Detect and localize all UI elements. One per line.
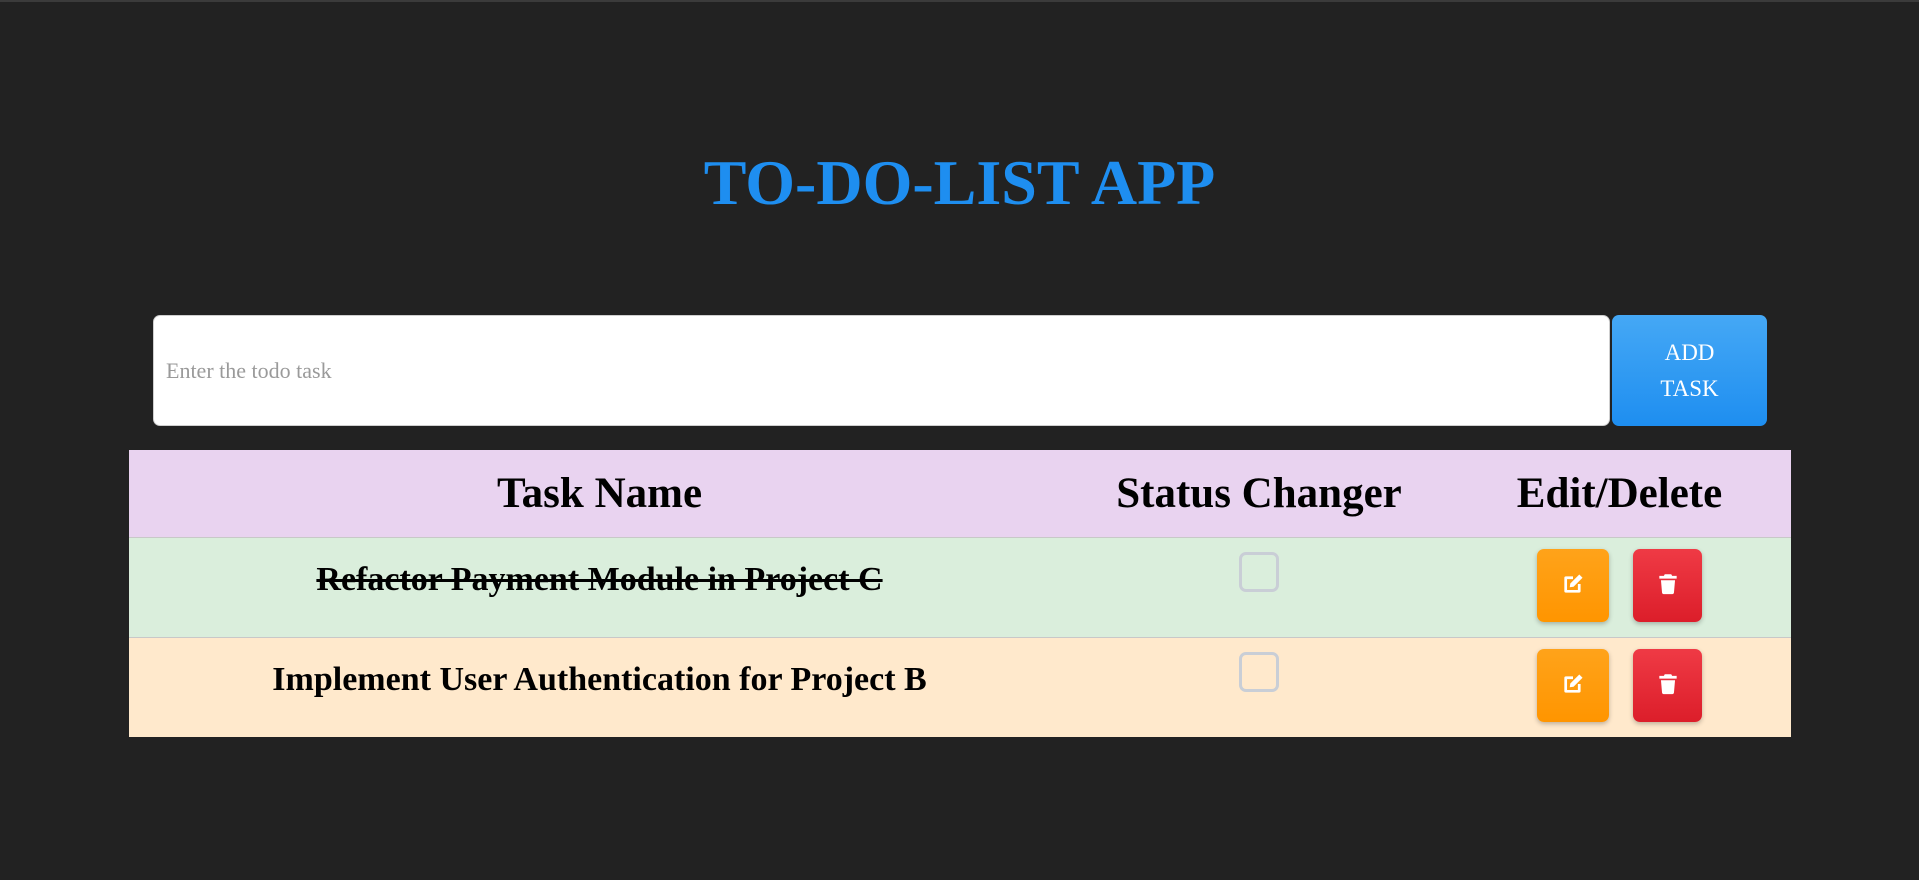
page-title: TO-DO-LIST APP bbox=[703, 147, 1216, 218]
window-top-border bbox=[0, 0, 1919, 2]
column-header-edit-delete: Edit/Delete bbox=[1448, 450, 1791, 538]
table-row: Implement User Authentication for Projec… bbox=[129, 637, 1791, 737]
todo-table: Task Name Status Changer Edit/Delete Ref… bbox=[129, 450, 1791, 737]
task-cell: Refactor Payment Module in Project C bbox=[129, 537, 1070, 638]
edit-button[interactable] bbox=[1537, 649, 1609, 722]
status-cell bbox=[1070, 637, 1448, 737]
table-header-row: Task Name Status Changer Edit/Delete bbox=[129, 450, 1791, 538]
add-task-form: ADD TASK bbox=[153, 315, 1767, 426]
column-header-status-changer: Status Changer bbox=[1070, 450, 1448, 538]
actions-cell bbox=[1448, 537, 1791, 638]
status-checkbox[interactable] bbox=[1239, 652, 1279, 692]
status-cell bbox=[1070, 537, 1448, 638]
delete-button[interactable] bbox=[1633, 649, 1702, 722]
task-input[interactable] bbox=[153, 315, 1610, 426]
actions-cell bbox=[1448, 637, 1791, 737]
pencil-square-icon bbox=[1560, 671, 1586, 700]
task-name: Implement User Authentication for Projec… bbox=[272, 661, 927, 698]
trash-icon bbox=[1655, 671, 1681, 700]
pencil-square-icon bbox=[1560, 571, 1586, 600]
status-checkbox[interactable] bbox=[1239, 552, 1279, 592]
edit-button[interactable] bbox=[1537, 549, 1609, 622]
task-cell: Implement User Authentication for Projec… bbox=[129, 637, 1070, 737]
task-name: Refactor Payment Module in Project C bbox=[316, 561, 883, 598]
column-header-task-name: Task Name bbox=[129, 450, 1070, 538]
delete-button[interactable] bbox=[1633, 549, 1702, 622]
table-row: Refactor Payment Module in Project C bbox=[129, 537, 1791, 638]
add-task-button[interactable]: ADD TASK bbox=[1612, 315, 1767, 426]
trash-icon bbox=[1655, 571, 1681, 600]
